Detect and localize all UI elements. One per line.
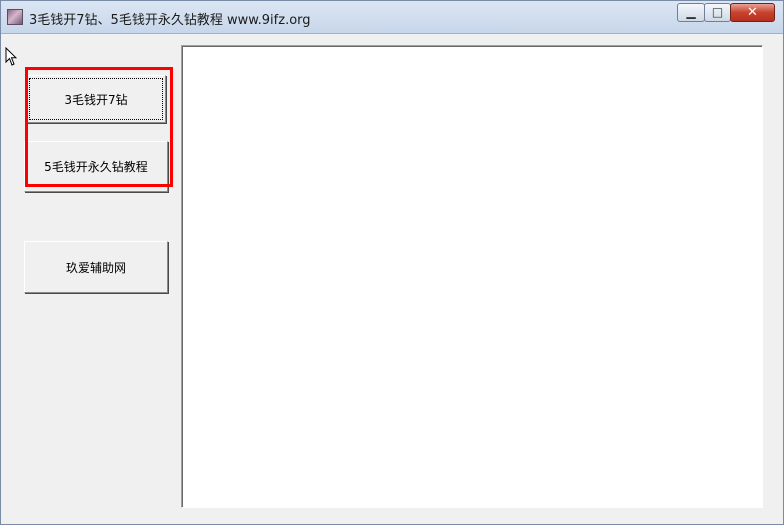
window-title: 3毛钱开7钻、5毛钱开永久钻教程 www.9ifz.org: [29, 13, 311, 28]
close-button[interactable]: ✕: [730, 3, 775, 22]
app-window: 3毛钱开7钻、5毛钱开永久钻教程 www.9ifz.org ▁ □ ✕ 3毛钱开…: [0, 0, 784, 525]
minimize-icon: ▁: [686, 5, 696, 19]
content-panel[interactable]: [181, 45, 763, 508]
close-icon: ✕: [747, 5, 758, 20]
minimize-button[interactable]: ▁: [677, 3, 705, 22]
tutorial-7-diamond-button[interactable]: 3毛钱开7钻: [26, 75, 166, 123]
website-button[interactable]: 玖爱辅助网: [24, 241, 168, 293]
maximize-icon: □: [711, 5, 724, 19]
mouse-cursor-icon: [5, 47, 17, 66]
title-bar[interactable]: 3毛钱开7钻、5毛钱开永久钻教程 www.9ifz.org ▁ □ ✕: [1, 1, 783, 34]
tutorial-permanent-diamond-button[interactable]: 5毛钱开永久钻教程: [24, 141, 168, 192]
maximize-button[interactable]: □: [704, 3, 731, 22]
app-icon: [7, 9, 23, 25]
